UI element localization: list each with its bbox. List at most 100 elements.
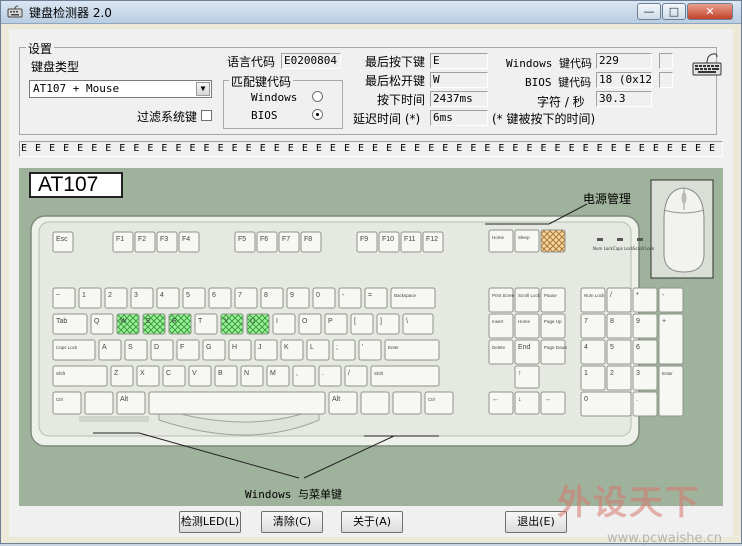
svg-text:Home: Home <box>518 319 531 324</box>
app-window: 键盘检测器 2.0 — □ ✕ 设置 键盘类型 AT107 + Mouse ▼ … <box>0 0 742 546</box>
svg-text:8: 8 <box>264 292 268 299</box>
delay-field: 6ms <box>430 110 488 126</box>
maximize-button[interactable]: □ <box>662 3 686 20</box>
last-released-label: 最后松开键 <box>365 74 426 88</box>
about-button[interactable]: 关于(A) <box>341 511 403 533</box>
key-left-ctrl: Ctrl <box>52 391 82 415</box>
key-numpad-15: 0 <box>580 391 632 417</box>
svg-text:R: R <box>172 318 177 325</box>
key-d: D <box>150 339 174 361</box>
svg-text:2: 2 <box>610 370 614 377</box>
key-numpad-12: 2 <box>606 365 632 391</box>
title-bar: 键盘检测器 2.0 — □ ✕ <box>1 1 741 24</box>
key-v: V <box>188 365 212 387</box>
svg-text:V: V <box>192 370 197 377</box>
key-numpad-9: 5 <box>606 339 632 365</box>
key-up: ↑ <box>514 365 540 389</box>
clear-button[interactable]: 清除(C) <box>261 511 323 533</box>
key-f2: F2 <box>134 231 156 253</box>
svg-text:F6: F6 <box>260 236 268 243</box>
settings-group-label: 设置 <box>26 40 55 57</box>
svg-text:8: 8 <box>610 318 614 325</box>
key-f: F <box>176 339 200 361</box>
key-block-2: Pause <box>540 287 566 313</box>
key-q: Q <box>90 313 114 335</box>
keyboard-type-value: AT107 + Mouse <box>33 82 120 95</box>
key-b: B <box>214 365 238 387</box>
key-j: J <box>254 339 278 361</box>
key-f5: F5 <box>234 231 256 253</box>
key-q-12: \ <box>402 313 434 335</box>
close-button[interactable]: ✕ <box>687 3 733 20</box>
detect-led-button[interactable]: 检测LED(L) <box>179 511 241 533</box>
svg-text:0: 0 <box>584 396 588 403</box>
minimize-button[interactable]: — <box>637 3 661 20</box>
svg-text:F11: F11 <box>404 236 416 243</box>
svg-text:Backspace: Backspace <box>394 293 417 298</box>
key-numpad-14: Enter <box>658 365 684 417</box>
power-management-label: 电源管理 <box>583 192 632 206</box>
chars-per-second-field: 30.3 <box>596 91 652 107</box>
key-num-3: 3 <box>130 287 154 309</box>
key-num-13: Backspace <box>390 287 436 309</box>
keyboard-type-label: 键盘类型 <box>31 60 80 74</box>
key-f3: F3 <box>156 231 178 253</box>
key-right-alt: Alt <box>328 391 358 415</box>
key-numpad-2: * <box>632 287 658 313</box>
svg-text:9: 9 <box>636 318 640 325</box>
key-x: X <box>136 365 160 387</box>
match-bios-label: BIOS <box>251 109 278 122</box>
svg-text:=: = <box>368 292 372 299</box>
svg-text:]: ] <box>380 318 382 325</box>
language-code-label: 语言代码 <box>227 55 276 69</box>
key-right-shift: Shift <box>370 365 440 387</box>
keyboard-type-select[interactable]: AT107 + Mouse ▼ <box>29 80 212 98</box>
svg-text:←: ← <box>492 396 499 403</box>
key-f11: F11 <box>400 231 422 253</box>
svg-text:Shift: Shift <box>56 371 66 376</box>
svg-text:Enter: Enter <box>662 371 673 376</box>
press-time-label: 按下时间 <box>377 93 426 107</box>
match-bios-radio[interactable] <box>312 109 323 120</box>
key-power <box>540 229 566 253</box>
key-numpad-8: 4 <box>580 339 606 365</box>
key-num-9: 9 <box>286 287 310 309</box>
key-z-9: / <box>344 365 368 387</box>
svg-text:F3: F3 <box>160 236 168 243</box>
chevron-down-icon[interactable]: ▼ <box>196 82 210 96</box>
key-numpad-10: 6 <box>632 339 658 365</box>
svg-text:C: C <box>166 370 171 377</box>
keyboard-app-icon <box>7 5 23 18</box>
svg-text:1: 1 <box>82 292 86 299</box>
bios-code-indicator <box>659 72 673 88</box>
svg-text:4: 4 <box>584 344 588 351</box>
svg-text:E: E <box>146 318 151 325</box>
windows-code-indicator <box>659 53 673 69</box>
key-num-1: 1 <box>78 287 102 309</box>
svg-text:B: B <box>218 370 223 377</box>
svg-text:L: L <box>310 344 314 351</box>
svg-text:F: F <box>180 344 184 351</box>
match-windows-radio[interactable] <box>312 91 323 102</box>
key-t: T <box>194 313 218 335</box>
svg-text:Insert: Insert <box>492 319 504 324</box>
svg-text:5: 5 <box>186 292 190 299</box>
svg-text:Caps Lock: Caps Lock <box>56 345 78 350</box>
key-space <box>148 391 326 415</box>
svg-text:Shift: Shift <box>374 371 384 376</box>
key-num-7: 7 <box>234 287 258 309</box>
svg-text:Y: Y <box>224 318 229 325</box>
svg-text:H: H <box>232 344 237 351</box>
svg-text:D: D <box>154 344 159 351</box>
svg-text:': ' <box>362 344 363 351</box>
key-o: O <box>298 313 322 335</box>
svg-text:Sleep: Sleep <box>518 235 530 240</box>
key-numpad-7: + <box>658 313 684 365</box>
svg-text:Print Screen: Print Screen <box>492 293 517 298</box>
key-numpad-16: . <box>632 391 658 417</box>
svg-text:F1: F1 <box>116 236 124 243</box>
key-r: R <box>168 313 192 335</box>
filter-system-keys-checkbox[interactable] <box>201 110 212 121</box>
key-z: Z <box>110 365 134 387</box>
svg-text:Q: Q <box>94 318 100 325</box>
